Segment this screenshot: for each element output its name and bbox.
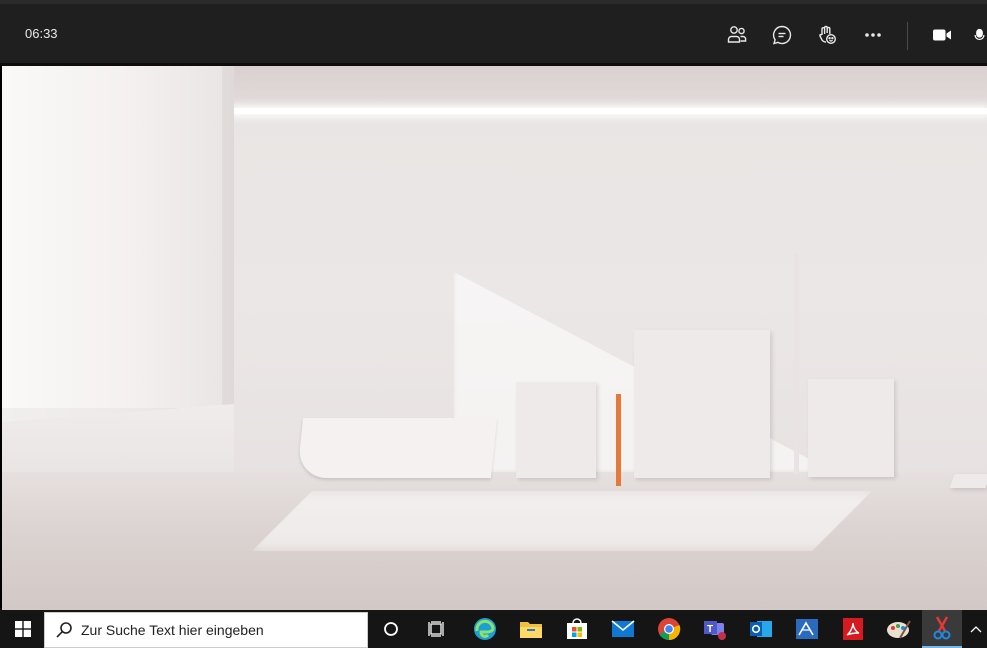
taskbar-store[interactable]	[554, 610, 600, 648]
snipping-tool-icon	[933, 616, 951, 640]
more-options-icon[interactable]	[859, 21, 887, 49]
task-view-icon	[428, 621, 444, 637]
scene-window	[2, 66, 222, 408]
scene-board-small	[516, 382, 596, 478]
scene-floor-light	[252, 491, 872, 551]
search-placeholder: Zur Suche Text hier eingeben	[81, 622, 264, 638]
taskbar-search-box[interactable]: Zur Suche Text hier eingeben	[44, 612, 368, 648]
meeting-timer: 06:33	[25, 26, 58, 41]
edge-icon	[474, 618, 496, 640]
taskbar-file-explorer[interactable]	[508, 610, 554, 648]
scene-curved-paper	[296, 418, 498, 478]
svg-text:T: T	[707, 624, 713, 635]
search-icon	[56, 622, 72, 638]
show-hidden-icons-button[interactable]	[964, 610, 987, 648]
taskbar-acrobat[interactable]	[830, 610, 876, 648]
chevron-up-icon	[970, 626, 981, 633]
windows-logo-icon	[15, 621, 31, 637]
outlook-icon	[750, 621, 772, 637]
meeting-toolbar: 06:33	[0, 0, 987, 63]
scene-board-large	[634, 330, 770, 478]
chat-icon[interactable]	[768, 21, 796, 49]
meeting-video-background	[2, 66, 987, 610]
taskbar-chrome[interactable]	[646, 610, 692, 648]
scene-light-strip	[234, 108, 987, 114]
reactions-icon[interactable]	[813, 21, 841, 49]
taskbar-snipping-tool[interactable]	[922, 610, 962, 648]
scene-orange-stick	[616, 394, 621, 486]
camera-icon[interactable]	[928, 21, 956, 49]
taskbar-outlook[interactable]	[738, 610, 784, 648]
visio-icon	[796, 619, 818, 639]
taskbar-mail[interactable]	[600, 610, 646, 648]
paint-icon	[887, 620, 911, 639]
taskbar-paint[interactable]	[876, 610, 922, 648]
scene-pole	[794, 254, 799, 474]
windows-taskbar: Zur Suche Text hier eingeben T	[0, 610, 987, 648]
scene-board-right	[808, 379, 894, 477]
acrobat-icon	[843, 618, 863, 640]
task-view-button[interactable]	[414, 610, 460, 648]
cortana-button[interactable]	[368, 610, 414, 648]
taskbar-edge[interactable]	[462, 610, 508, 648]
mail-icon	[611, 620, 635, 637]
store-icon	[567, 618, 587, 639]
taskbar-teams[interactable]: T	[692, 610, 738, 648]
scene-board-floor	[949, 474, 987, 488]
participants-icon[interactable]	[723, 21, 751, 49]
teams-icon: T	[704, 621, 726, 640]
folder-icon	[520, 622, 542, 638]
cortana-icon	[384, 622, 398, 636]
start-button[interactable]	[0, 610, 46, 648]
microphone-icon[interactable]	[972, 21, 987, 49]
chrome-icon	[658, 618, 681, 641]
taskbar-visio[interactable]	[784, 610, 830, 648]
toolbar-divider	[907, 22, 908, 50]
